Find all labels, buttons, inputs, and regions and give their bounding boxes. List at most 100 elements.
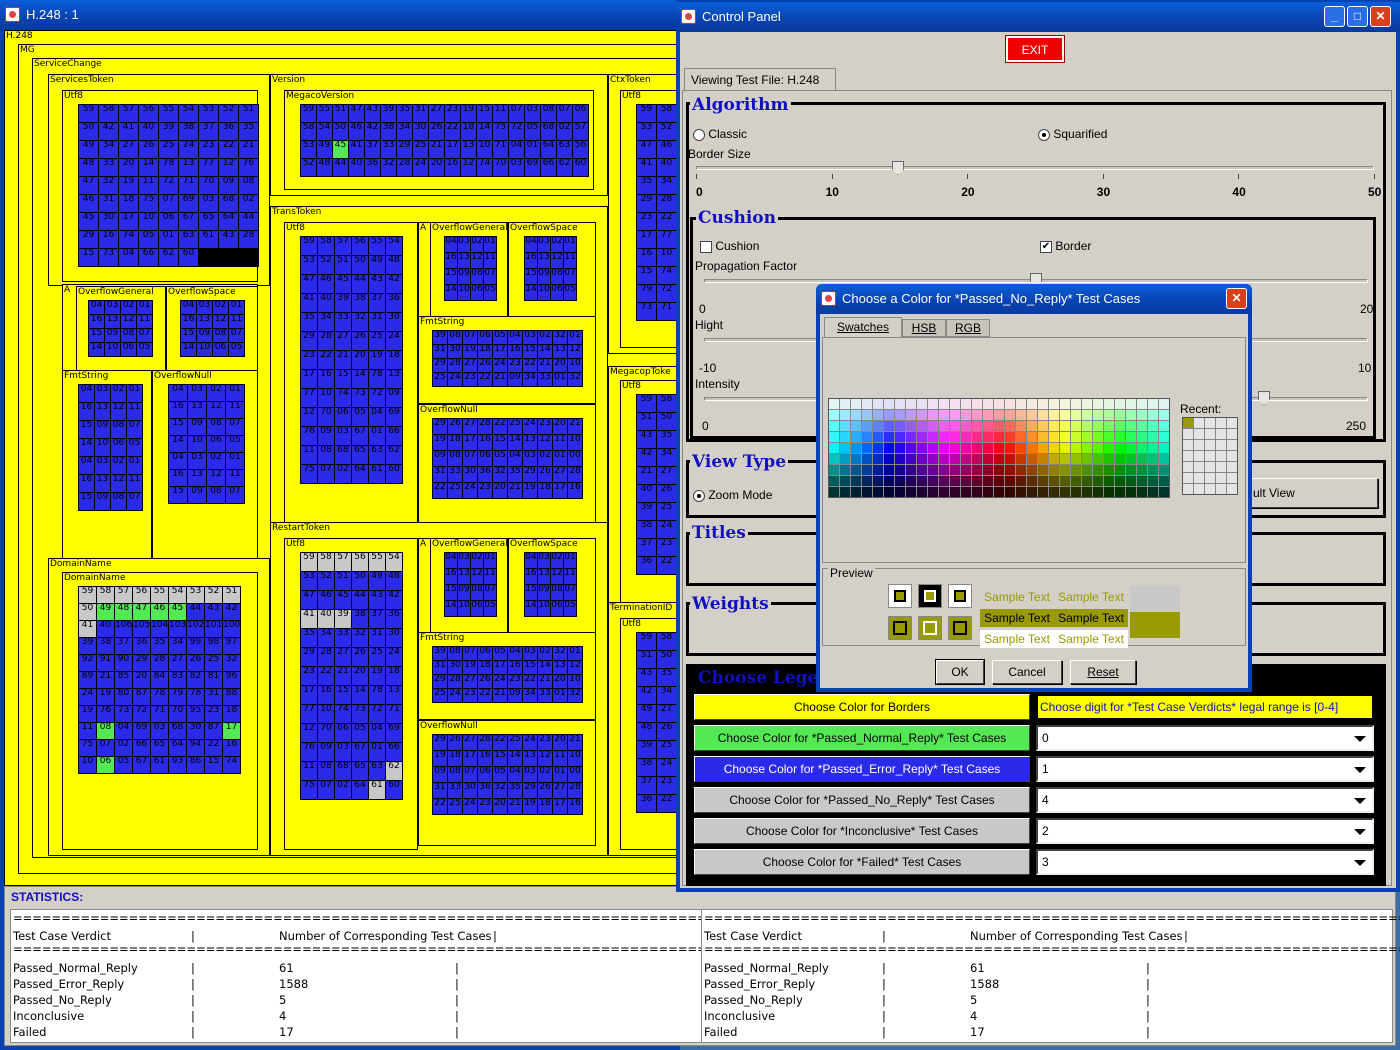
test-case-cell[interactable]: 13 (538, 253, 550, 268)
color-swatch[interactable] (1115, 399, 1125, 409)
test-case-cell[interactable]: 18 (386, 667, 402, 685)
test-case-cell[interactable]: 10 (318, 705, 334, 723)
test-case-cell[interactable]: 20 (493, 483, 507, 498)
test-case-cell[interactable]: 52 (657, 123, 676, 140)
color-swatch[interactable] (917, 454, 927, 464)
color-swatch[interactable] (840, 454, 850, 464)
color-swatch[interactable] (994, 487, 1004, 497)
recent-swatch[interactable] (1216, 484, 1226, 494)
color-swatch[interactable] (895, 476, 905, 486)
test-case-cell[interactable]: 11 (226, 402, 244, 418)
test-case-cell[interactable]: 16 (181, 315, 196, 328)
test-case-cell[interactable]: 03 (151, 723, 168, 739)
legend-color-button[interactable]: Choose Color for *Failed* Test Cases (694, 849, 1030, 875)
test-case-cell[interactable]: 13 (95, 475, 110, 492)
test-case-cell[interactable]: 05 (115, 757, 132, 773)
test-case-cell[interactable]: 74 (223, 757, 240, 773)
test-case-cell[interactable]: 99 (187, 638, 204, 654)
color-swatch[interactable] (1159, 443, 1169, 453)
test-case-cell[interactable]: 31 (205, 689, 222, 705)
color-swatch[interactable] (895, 454, 905, 464)
color-swatch[interactable] (862, 399, 872, 409)
test-case-cell[interactable]: 30 (448, 661, 462, 674)
test-case-cell[interactable]: 57 (335, 237, 351, 255)
test-case-cell[interactable]: 09 (95, 493, 110, 510)
test-case-cell[interactable]: 47 (133, 604, 150, 620)
test-case-cell[interactable]: 21 (538, 675, 552, 688)
recent-swatch[interactable] (1227, 418, 1237, 428)
test-case-cell[interactable]: 58 (657, 395, 676, 412)
legend-color-button[interactable]: Choose Color for *Passed_No_Reply* Test … (694, 787, 1030, 813)
test-case-cell[interactable]: 06 (111, 439, 126, 456)
test-case-cell[interactable]: 15 (169, 419, 187, 435)
test-case-cell[interactable]: 25 (508, 735, 522, 750)
test-case-cell[interactable]: 77 (301, 705, 317, 723)
test-case-cell[interactable]: 17 (463, 751, 477, 766)
test-case-cell[interactable]: 48 (115, 604, 132, 620)
test-case-cell[interactable]: 26 (478, 675, 492, 688)
color-swatch[interactable] (1005, 432, 1015, 442)
color-swatch[interactable] (917, 476, 927, 486)
test-case-cell[interactable]: 71 (151, 706, 168, 722)
test-case-cell[interactable]: 15 (79, 493, 94, 510)
test-case-cell[interactable]: 03 (335, 427, 351, 445)
color-swatch[interactable] (906, 476, 916, 486)
test-case-cell[interactable]: 79 (169, 689, 186, 705)
test-case-cell[interactable]: 35 (657, 431, 676, 448)
color-swatch[interactable] (1071, 443, 1081, 453)
color-swatch[interactable] (950, 410, 960, 420)
test-case-cell[interactable]: 36 (219, 123, 238, 140)
color-swatch[interactable] (1071, 421, 1081, 431)
test-case-cell[interactable]: 14 (79, 439, 94, 456)
test-case-cell[interactable]: 64 (541, 141, 556, 158)
test-case-cell[interactable]: 48 (317, 159, 332, 176)
color-swatch[interactable] (1082, 454, 1092, 464)
color-swatch[interactable] (983, 421, 993, 431)
color-swatch[interactable] (1159, 421, 1169, 431)
test-case-cell[interactable]: 08 (471, 585, 483, 600)
test-case-cell[interactable]: 01 (369, 743, 385, 761)
color-swatch[interactable] (1104, 421, 1114, 431)
color-swatch[interactable] (983, 399, 993, 409)
test-case-cell[interactable]: 03 (188, 453, 206, 469)
test-case-cell[interactable]: 27 (463, 359, 477, 372)
color-swatch[interactable] (1038, 465, 1048, 475)
test-case-cell[interactable]: 09 (458, 585, 470, 600)
color-swatch[interactable] (1027, 465, 1037, 475)
test-case-cell[interactable]: 75 (301, 781, 317, 799)
test-case-cell[interactable]: 35 (301, 313, 317, 331)
test-case-cell[interactable]: 24 (386, 648, 402, 666)
test-case-cell[interactable]: 58 (657, 105, 676, 122)
test-case-cell[interactable]: 06 (573, 105, 588, 122)
test-case-cell[interactable]: 03 (188, 385, 206, 401)
color-swatch[interactable] (928, 410, 938, 420)
test-case-cell[interactable]: 22 (493, 419, 507, 434)
test-case-cell[interactable]: 39 (159, 123, 178, 140)
test-case-cell[interactable]: 17 (223, 723, 240, 739)
test-case-cell[interactable]: 51 (637, 651, 656, 668)
test-case-cell[interactable]: 60 (386, 781, 402, 799)
color-swatch[interactable] (1060, 410, 1070, 420)
test-case-cell[interactable]: 61 (199, 231, 218, 248)
color-swatch[interactable] (862, 454, 872, 464)
color-swatch[interactable] (884, 399, 894, 409)
test-case-cell[interactable]: 89 (79, 672, 96, 688)
test-case-cell[interactable]: 17 (119, 213, 138, 230)
color-swatch[interactable] (1115, 454, 1125, 464)
test-case-cell[interactable]: 03 (523, 331, 537, 344)
test-case-cell[interactable]: 09 (458, 269, 470, 284)
test-case-cell[interactable]: 21 (508, 483, 522, 498)
test-case-cell[interactable]: 20 (352, 667, 368, 685)
test-case-cell[interactable]: 41 (301, 294, 317, 312)
test-case-cell[interactable]: 02 (335, 465, 351, 483)
color-swatch[interactable] (1159, 465, 1169, 475)
test-case-cell[interactable]: 16 (525, 569, 537, 584)
test-case-cell[interactable]: 49 (369, 572, 385, 590)
test-case-cell[interactable]: 27 (429, 105, 444, 122)
test-case-cell[interactable]: 14 (139, 159, 158, 176)
test-case-cell[interactable]: 28 (568, 467, 582, 482)
test-case-cell[interactable]: 88 (223, 689, 240, 705)
test-case-cell[interactable]: 55 (317, 105, 332, 122)
test-case-cell[interactable]: 27 (553, 467, 567, 482)
test-case-cell[interactable]: 01 (568, 647, 582, 660)
